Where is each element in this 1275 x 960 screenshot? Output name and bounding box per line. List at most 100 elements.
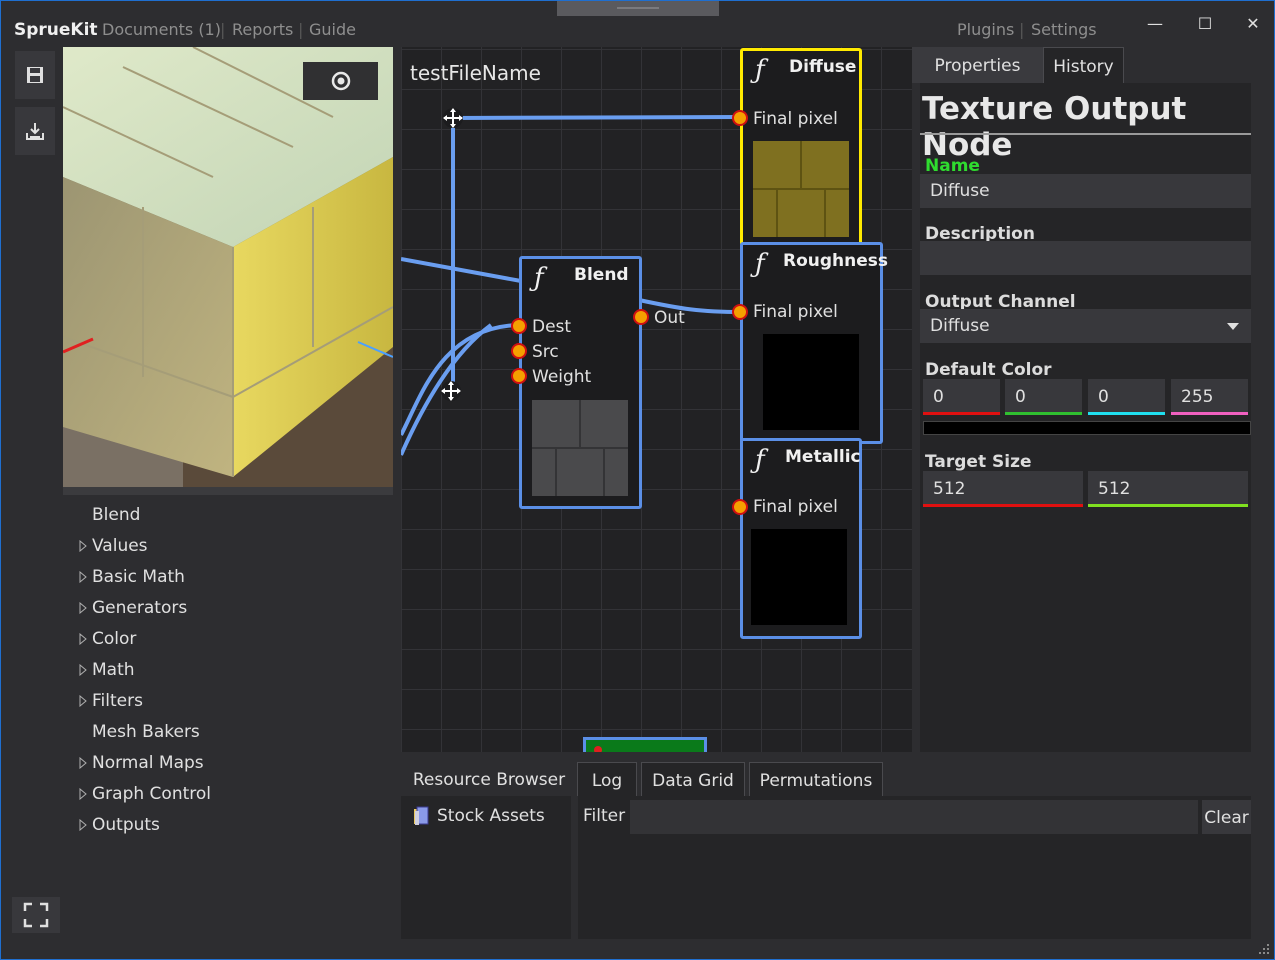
resource-tree: Stock Assets [401,796,571,939]
graph-canvas[interactable]: testFileName ƒ Diffuse Final pixel ƒ Rou… [401,47,912,752]
port-label: Final pixel [753,109,838,129]
tree-item-blend[interactable]: Blend [63,499,393,530]
window-drag-handle[interactable] [557,1,719,16]
maximize-button[interactable]: ☐ [1190,11,1220,37]
target-width-field[interactable]: 512 [923,471,1083,507]
port-diffuse-final-pixel[interactable] [732,110,748,126]
expand-arrow-icon[interactable] [63,539,92,552]
color-b-field[interactable]: 0 [1088,379,1165,415]
tree-item-filters[interactable]: Filters [63,685,393,716]
nav-guide[interactable]: Guide [309,20,356,39]
tree-item-math[interactable]: Math [63,654,393,685]
name-label: Name [925,156,980,176]
expand-arrow-icon[interactable] [63,787,92,800]
nav-separator: | [298,20,304,39]
preview-splitter[interactable] [63,487,393,495]
nav-separator: | [1019,20,1025,39]
filter-label: Filter [583,806,626,826]
diffuse-thumbnail [753,141,849,237]
color-g-field[interactable]: 0 [1005,379,1082,415]
resource-item-label: Stock Assets [437,806,545,826]
reroute-move-icon[interactable] [440,380,462,402]
expand-arrow-icon[interactable] [63,694,92,707]
expand-arrow-icon[interactable] [63,663,92,676]
tree-item-normal-maps[interactable]: Normal Maps [63,747,393,778]
port-roughness-final-pixel[interactable] [732,304,748,320]
node-roughness[interactable]: ƒ Roughness Final pixel [740,242,888,444]
reroute-move-icon[interactable] [442,107,464,129]
node-title: Roughness [783,251,889,271]
clear-button[interactable]: Clear [1202,800,1251,834]
color-swatch[interactable] [923,421,1251,435]
color-r-field[interactable]: 0 [923,379,1000,415]
minimize-button[interactable]: — [1140,11,1170,37]
tree-item-mesh-bakers[interactable]: Mesh Bakers [63,716,393,747]
nav-documents[interactable]: Documents (1) [102,20,221,39]
3d-preview[interactable] [63,47,393,487]
expand-arrow-icon[interactable] [63,601,92,614]
tree-item-values[interactable]: Values [63,530,393,561]
node-diffuse[interactable]: ƒ Diffuse Final pixel [740,48,862,246]
resource-item-stock-assets[interactable]: Stock Assets [413,806,545,826]
port-label: Final pixel [753,497,838,517]
nav-reports[interactable]: Reports [232,20,293,39]
tree-item-graph-control[interactable]: Graph Control [63,778,393,809]
blend-thumbnail [532,400,628,496]
metallic-thumbnail [751,529,847,625]
resource-content: Filter Clear [578,796,1251,939]
tree-item-color[interactable]: Color [63,623,393,654]
node-blend[interactable]: ƒ Blend Dest Src Weight Out [519,256,685,509]
fullscreen-button[interactable] [12,897,60,933]
tree-item-generators[interactable]: Generators [63,592,393,623]
tree-item-label: Outputs [92,814,160,835]
folder-icon [414,806,429,825]
tab-resource-browser[interactable]: Resource Browser [401,762,577,796]
resize-grip-icon[interactable] [1258,943,1270,955]
save-button[interactable] [15,51,55,99]
port-blend-weight[interactable] [511,368,527,384]
port-label-out: Out [654,308,685,328]
tree-item-outputs[interactable]: Outputs [63,809,393,840]
tab-permutations[interactable]: Permutations [749,762,883,796]
color-a-field[interactable]: 255 [1171,379,1248,415]
nav-settings[interactable]: Settings [1031,20,1097,39]
expand-arrow-icon[interactable] [63,818,92,831]
close-button[interactable]: ✕ [1238,11,1268,37]
output-channel-value: Diffuse [930,316,990,336]
function-icon: ƒ [755,445,765,475]
description-field[interactable] [920,241,1251,275]
port-blend-src[interactable] [511,343,527,359]
expand-arrow-icon[interactable] [63,570,92,583]
expand-arrow-icon[interactable] [63,756,92,769]
name-field[interactable]: Diffuse [920,174,1251,208]
tab-history[interactable]: History [1043,47,1124,83]
tree-item-label: Values [92,535,148,556]
tree-item-basic-math[interactable]: Basic Math [63,561,393,592]
filter-input[interactable] [630,800,1198,834]
function-icon: ƒ [534,263,544,293]
node-library-tree: Blend Values Basic Math Generators Color… [63,499,393,840]
target-height-field[interactable]: 512 [1088,471,1248,507]
export-button[interactable] [15,107,55,155]
app-window: SprueKit Documents (1) | Reports | Guide… [0,0,1275,960]
roughness-thumbnail [763,334,859,430]
port-blend-out[interactable] [633,309,649,325]
default-color-label: Default Color [925,360,1052,380]
tree-item-label: Normal Maps [92,752,204,773]
node-metallic[interactable]: ƒ Metallic Final pixel [740,438,862,639]
tab-properties[interactable]: Properties [912,47,1043,83]
eye-icon [331,71,350,91]
node-partial-offscreen[interactable] [583,737,707,752]
node-title: Diffuse [789,57,857,77]
bottom-panel: Resource Browser Log Data Grid Permutati… [401,752,1251,939]
title-divider [920,133,1251,135]
output-channel-select[interactable]: Diffuse [920,309,1251,343]
nav-plugins[interactable]: Plugins [957,20,1014,39]
expand-arrow-icon[interactable] [63,632,92,645]
port-metallic-final-pixel[interactable] [732,499,748,515]
tab-log[interactable]: Log [577,762,637,796]
port-blend-dest[interactable] [511,318,527,334]
tab-data-grid[interactable]: Data Grid [641,762,745,796]
tree-item-label: Basic Math [92,566,185,587]
preview-toggle-button[interactable] [303,62,378,100]
